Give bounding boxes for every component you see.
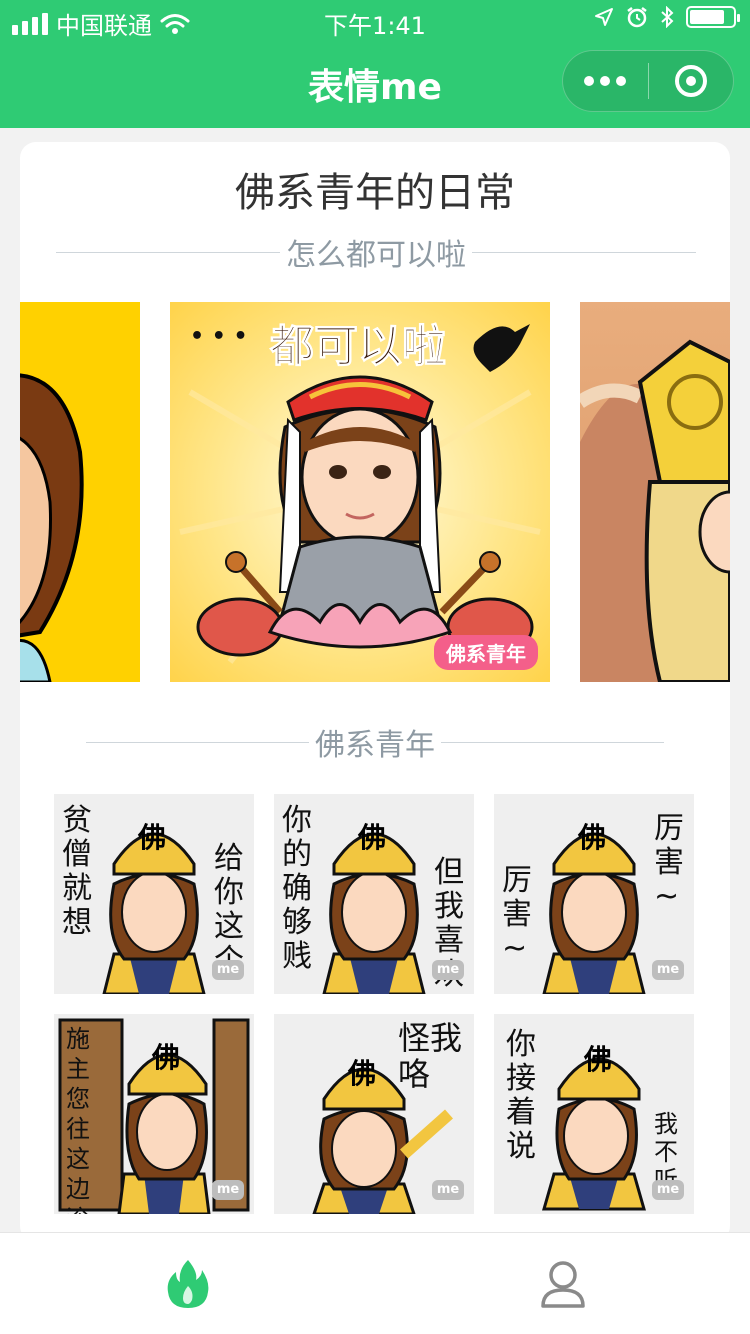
hat-char: 佛 <box>138 821 167 854</box>
tab-bar <box>0 1232 750 1334</box>
close-mini-program-button[interactable] <box>649 50 734 112</box>
status-right <box>594 6 740 28</box>
sticker-item[interactable]: 你接着说 我不听 佛 me <box>494 1014 694 1214</box>
more-button[interactable] <box>563 50 648 112</box>
mini-program-capsule <box>562 50 734 112</box>
sticker-text-left: 厉害~ <box>502 863 532 966</box>
sticker-item[interactable]: 怪我咯 佛 me <box>274 1014 474 1214</box>
me-badge: me <box>652 1180 684 1200</box>
target-circle-icon <box>674 65 707 97</box>
carousel-caption: 都可以啦 <box>270 321 447 373</box>
sticker-text-left: 你接着说 <box>506 1027 536 1164</box>
battery-fill <box>690 10 724 24</box>
sticker-text-right: 怪我咯 <box>398 1019 463 1093</box>
battery-icon <box>686 6 740 28</box>
sticker-carousel[interactable]: • • • 都可以啦 佛系青年 <box>20 302 730 682</box>
girl-illustration <box>20 373 84 682</box>
more-dots-icon <box>584 76 627 86</box>
subtitle-divider: 怎么都可以啦 <box>56 230 696 274</box>
location-arrow-icon <box>595 8 613 26</box>
hat-char: 佛 <box>152 1041 181 1074</box>
me-badge: me <box>432 1180 464 1200</box>
carousel-dots-text: • • • <box>190 324 248 349</box>
carousel-slide-next[interactable] <box>580 302 730 682</box>
pack-subtitle: 怎么都可以啦 <box>286 238 466 273</box>
me-badge: me <box>652 960 684 980</box>
section-divider: 佛系青年 <box>86 720 664 764</box>
pack-title: 佛系青年的日常 <box>235 170 515 216</box>
sticker-text-left: 你的确够贱 <box>282 803 312 974</box>
sticker-pack-card: 佛系青年的日常 怎么都可以啦 • • • 都可以啦 佛系青年 佛系青年 贫僧就想… <box>20 142 730 1242</box>
sticker-text-right: 给你这个 <box>214 841 244 978</box>
hat-char: 佛 <box>348 1057 377 1090</box>
sticker-item[interactable]: 你的确够贱 但我喜欢 佛 me <box>274 794 474 994</box>
hat-char: 佛 <box>584 1043 613 1076</box>
hat-char: 佛 <box>578 821 607 854</box>
bluetooth-icon <box>661 6 674 28</box>
tab-hot[interactable] <box>0 1233 375 1334</box>
me-badge: me <box>212 1180 244 1200</box>
alarm-icon <box>627 7 647 28</box>
sticker-text-left: 贫僧就想 <box>62 803 92 940</box>
carousel-slide-prev[interactable] <box>20 302 140 682</box>
hat-char: 佛 <box>358 821 387 854</box>
sticker-item[interactable]: 厉害~ 厉害~ 佛 me <box>494 794 694 994</box>
sticker-item[interactable]: 贫僧就想 给你这个 佛 me <box>54 794 254 994</box>
carousel-slide-current[interactable]: • • • 都可以啦 佛系青年 <box>170 302 550 682</box>
sticker-item[interactable]: 施主您往这边滚 佛 me <box>54 1014 254 1214</box>
tab-profile[interactable] <box>375 1233 750 1334</box>
me-badge: me <box>432 960 464 980</box>
me-badge: me <box>212 960 244 980</box>
section-title: 佛系青年 <box>315 728 435 763</box>
sticker-text-left: 施主您往这边滚 <box>66 1025 90 1214</box>
status-bar: 中国联通 下午1:41 <box>0 0 750 40</box>
carousel-tag: 佛系青年 <box>434 635 538 670</box>
user-icon <box>540 1261 585 1308</box>
flame-icon <box>167 1260 208 1308</box>
monk-hat-illustration <box>580 339 730 682</box>
top-bar: 中国联通 下午1:41 表情me <box>0 0 750 128</box>
sticker-text-right: 厉害~ <box>654 811 684 914</box>
